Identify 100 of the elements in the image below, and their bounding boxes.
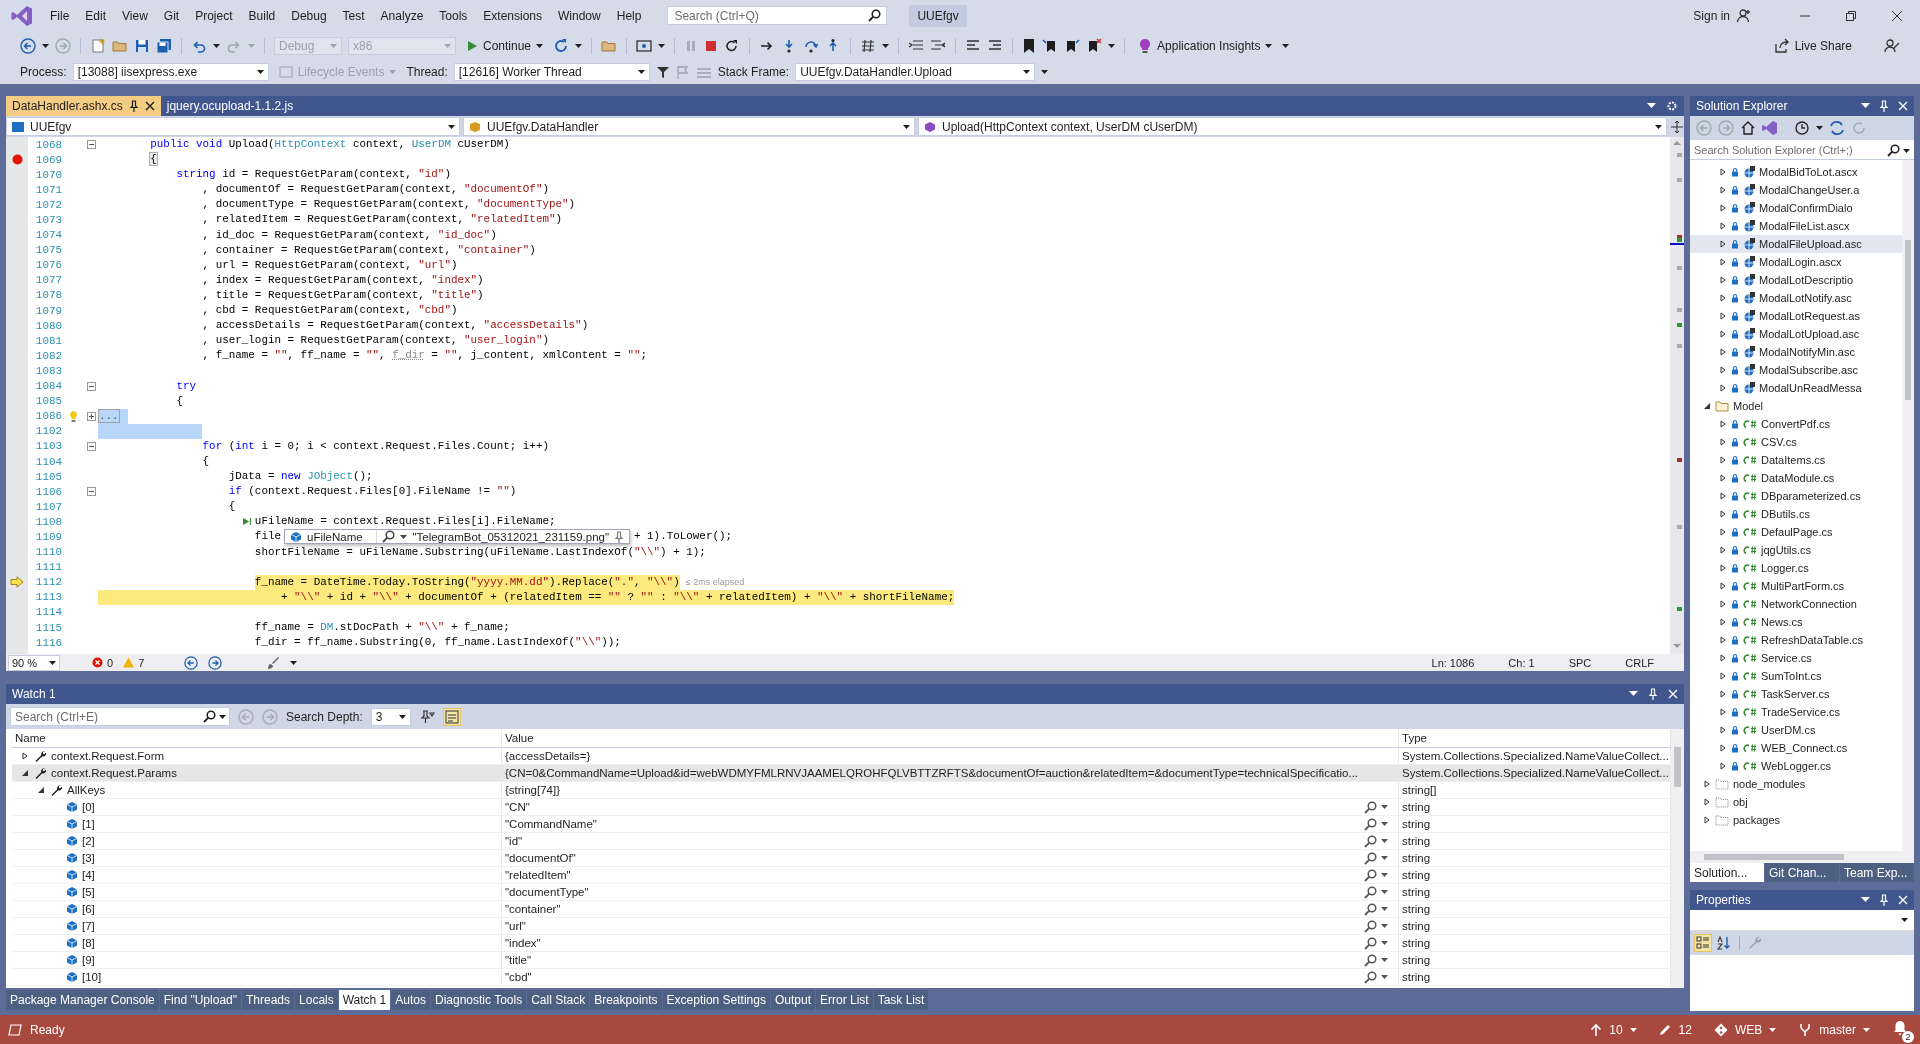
sign-in-link[interactable]: Sign in bbox=[1693, 8, 1730, 23]
tree-item[interactable]: ConvertPdf.cs bbox=[1690, 415, 1902, 433]
tool-tab[interactable]: Diagnostic Tools bbox=[431, 990, 527, 1010]
expander-icon[interactable] bbox=[1718, 510, 1727, 518]
branch-button[interactable]: master bbox=[1798, 1022, 1870, 1037]
expander-icon[interactable] bbox=[1718, 312, 1727, 320]
tree-item[interactable]: ModalLotDescriptio bbox=[1690, 271, 1902, 289]
menu-item[interactable]: Edit bbox=[77, 4, 115, 27]
tree-item[interactable]: DataModule.cs bbox=[1690, 469, 1902, 487]
expander-icon[interactable] bbox=[37, 786, 45, 794]
error-count[interactable]: 0 bbox=[107, 656, 114, 669]
panel-tab[interactable]: Team Exp... bbox=[1840, 863, 1914, 882]
menu-item[interactable]: Debug bbox=[283, 4, 335, 27]
menu-item[interactable]: View bbox=[114, 4, 156, 27]
tool-tab[interactable]: Threads bbox=[242, 990, 295, 1010]
pin-icon[interactable] bbox=[128, 100, 139, 112]
expander-icon[interactable] bbox=[1702, 798, 1711, 806]
thread-dropdown[interactable]: [12616] Worker Thread bbox=[453, 63, 650, 81]
caret-icon[interactable] bbox=[1381, 839, 1388, 843]
caret-icon[interactable] bbox=[575, 43, 583, 48]
expander-icon[interactable] bbox=[1718, 222, 1727, 230]
brush-icon[interactable] bbox=[266, 655, 281, 670]
menu-item[interactable]: Extensions bbox=[475, 4, 551, 27]
tree-item[interactable]: Service.cs bbox=[1690, 649, 1902, 667]
changes-button[interactable]: 12 bbox=[1658, 1022, 1692, 1037]
search-icon[interactable] bbox=[1364, 868, 1377, 882]
tree-item[interactable]: ModalUnReadMessa bbox=[1690, 379, 1902, 397]
panel-tab[interactable]: Git Chan... bbox=[1765, 863, 1839, 882]
navigation-dropdown[interactable]: UUEfgv.DataHandler bbox=[463, 117, 915, 136]
caret-icon[interactable] bbox=[1655, 124, 1662, 129]
tool-tab[interactable]: Output bbox=[770, 990, 815, 1010]
dropdown-icon[interactable] bbox=[1629, 691, 1638, 697]
caret-icon[interactable] bbox=[1282, 43, 1290, 48]
expander-icon[interactable] bbox=[1718, 582, 1727, 590]
search-field[interactable]: Search (Ctrl+Q) bbox=[667, 6, 888, 25]
menu-item[interactable]: Help bbox=[608, 4, 650, 27]
scrollbar[interactable] bbox=[1902, 160, 1914, 851]
watch-row[interactable]: AllKeys {string[74]} string[] bbox=[12, 782, 1671, 799]
caret-icon[interactable] bbox=[1381, 907, 1388, 911]
breakpoint-icon[interactable] bbox=[11, 154, 23, 166]
tree-item[interactable]: ModalLotNotify.asc bbox=[1690, 289, 1902, 307]
watch-row[interactable]: [6] "container" string bbox=[12, 901, 1671, 918]
zoom-dropdown[interactable]: 90 % bbox=[8, 654, 60, 671]
caret-icon[interactable] bbox=[536, 43, 544, 48]
expander-icon[interactable] bbox=[21, 769, 29, 777]
tree-item[interactable]: ModalFileUpload.asc bbox=[1690, 235, 1902, 253]
caret-icon[interactable] bbox=[1108, 43, 1116, 48]
tree-item[interactable]: node_modules bbox=[1690, 775, 1902, 793]
tool-tab[interactable]: Call Stack bbox=[527, 990, 590, 1010]
menu-item[interactable]: Window bbox=[550, 4, 609, 27]
tool-tab[interactable]: Watch 1 bbox=[338, 990, 391, 1010]
dropdown-icon[interactable] bbox=[1861, 103, 1870, 109]
lightbulb-icon[interactable] bbox=[1138, 37, 1153, 54]
tree-item[interactable]: ModalLogin.ascx bbox=[1690, 253, 1902, 271]
expander-icon[interactable] bbox=[1718, 294, 1727, 302]
tool-tab[interactable]: Exception Settings bbox=[662, 990, 770, 1010]
settings-icon[interactable] bbox=[1666, 100, 1678, 112]
navigation-dropdown[interactable]: UUEfgv bbox=[6, 117, 460, 136]
menu-item[interactable]: Build bbox=[240, 4, 284, 27]
caret-icon[interactable] bbox=[882, 43, 890, 48]
caret-icon[interactable] bbox=[1381, 873, 1388, 877]
expander-icon[interactable] bbox=[1718, 492, 1727, 500]
tree-item[interactable]: ModalChangeUser.a bbox=[1690, 181, 1902, 199]
tree-item[interactable]: TaskServer.cs bbox=[1690, 685, 1902, 703]
expander-icon[interactable] bbox=[1718, 618, 1727, 626]
home-icon[interactable] bbox=[1740, 120, 1756, 136]
watch-row[interactable]: [4] "relatedItem" string bbox=[12, 867, 1671, 884]
expander-icon[interactable] bbox=[1718, 690, 1727, 698]
column-header[interactable]: Name bbox=[15, 732, 46, 744]
bookmark-clear-icon[interactable] bbox=[1086, 37, 1103, 54]
caret-icon[interactable] bbox=[1265, 43, 1273, 48]
tool-tab[interactable]: Task List bbox=[873, 990, 929, 1010]
expander-icon[interactable] bbox=[1718, 672, 1727, 680]
person-icon[interactable] bbox=[1736, 7, 1752, 24]
search-icon[interactable] bbox=[1887, 144, 1900, 157]
tool-tab[interactable]: Locals bbox=[295, 990, 338, 1010]
continue-button[interactable]: Continue bbox=[462, 36, 548, 55]
tree-item[interactable]: DBparameterized.cs bbox=[1690, 487, 1902, 505]
caret-icon[interactable] bbox=[1381, 975, 1388, 979]
tree-item[interactable]: DefaulPage.cs bbox=[1690, 523, 1902, 541]
search-depth-dropdown[interactable]: 3 bbox=[370, 707, 411, 726]
caret-icon[interactable] bbox=[1901, 918, 1908, 922]
expander-icon[interactable] bbox=[1718, 330, 1727, 338]
search-icon[interactable] bbox=[1364, 800, 1377, 814]
column-header[interactable]: Type bbox=[1402, 732, 1427, 744]
expand-icon[interactable] bbox=[86, 411, 96, 421]
search-icon[interactable] bbox=[203, 710, 216, 723]
scrollbar[interactable] bbox=[1671, 729, 1684, 988]
save-all-icon[interactable] bbox=[156, 37, 172, 54]
categorized-icon[interactable] bbox=[1695, 935, 1711, 951]
caret-icon[interactable] bbox=[903, 124, 910, 129]
caret-icon[interactable] bbox=[1381, 822, 1388, 826]
expander-icon[interactable] bbox=[1718, 366, 1727, 374]
expander-icon[interactable] bbox=[1718, 420, 1727, 428]
stack-frame-dropdown[interactable]: UUEfgv.DataHandler.Upload bbox=[795, 63, 1036, 81]
search-icon[interactable] bbox=[868, 9, 882, 22]
dropdown-icon[interactable] bbox=[1647, 103, 1656, 109]
repository-button[interactable]: WEB bbox=[1713, 1022, 1777, 1037]
caret-icon[interactable] bbox=[398, 714, 406, 719]
document-tab[interactable]: jquery.ocupload-1.1.2.js bbox=[160, 96, 300, 116]
